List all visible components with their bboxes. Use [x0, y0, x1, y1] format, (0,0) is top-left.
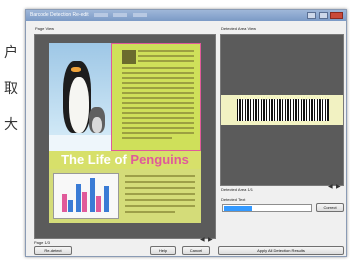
text-line: [122, 77, 194, 79]
text-line: [122, 107, 194, 109]
prev-page-arrow-icon[interactable]: ◀: [200, 236, 205, 243]
magazine-bottom-area: [49, 169, 201, 223]
title-bar: Barcode Detection Re-edit: [26, 10, 346, 21]
side-char-2: 取: [4, 81, 18, 97]
next-page-arrow-icon[interactable]: ▶: [208, 236, 213, 243]
text-line: [125, 193, 195, 195]
chart-bar-shape: [96, 196, 101, 212]
text-line: [125, 199, 195, 201]
detected-text-selection: [224, 206, 252, 211]
minimize-button[interactable]: [307, 12, 317, 19]
penguin-chick-belly: [92, 117, 102, 133]
magazine-photo: [49, 43, 111, 151]
ice-ground: [49, 135, 111, 151]
penguin-beak: [71, 67, 81, 72]
page-counter: Page 1/3: [34, 240, 51, 245]
re-detect-button[interactable]: Re-detect: [34, 246, 72, 255]
text-line: [125, 187, 195, 189]
magazine-text-column: [111, 43, 201, 151]
magazine-title-accent: Penguins: [130, 152, 189, 167]
magazine-title: The Life of Penguins: [49, 151, 201, 169]
text-line: [125, 175, 195, 177]
text-line: [122, 137, 172, 139]
text-line: [122, 117, 194, 119]
penguin-adult-belly: [69, 77, 89, 133]
text-line: [122, 92, 194, 94]
chart-bar-shape: [62, 194, 67, 212]
page-view-label: Page View: [35, 26, 55, 31]
page-view-pane[interactable]: The Life of Penguins: [34, 34, 216, 239]
barcode-image: [237, 99, 329, 121]
dialog-window: Barcode Detection Re-edit Page View The …: [25, 9, 347, 257]
correct-button[interactable]: Correct: [316, 203, 344, 212]
detected-text-label: Detected Text: [221, 197, 246, 202]
chart-bar-shape: [90, 178, 95, 212]
prev-area-arrow-icon[interactable]: ◀: [328, 183, 333, 190]
chart-bar-shape: [104, 186, 109, 212]
title-blur: [132, 12, 147, 17]
text-line: [122, 102, 194, 104]
text-line: [138, 60, 194, 62]
magazine-chart-image: [53, 173, 119, 219]
window-title: Barcode Detection Re-edit: [30, 12, 89, 18]
help-button[interactable]: Help: [150, 246, 176, 255]
maximize-button[interactable]: [318, 12, 328, 19]
apply-all-button[interactable]: Apply All Detection Results: [218, 246, 344, 255]
detected-area-view-label: Detected Area View: [221, 26, 257, 31]
text-line: [125, 181, 195, 183]
drop-cap: [122, 50, 136, 64]
text-line: [122, 112, 194, 114]
side-char-3: 大: [4, 117, 18, 133]
detected-area-counter: Detected Area 1/1: [221, 187, 254, 192]
detected-text-field[interactable]: [222, 204, 312, 212]
text-line: [122, 97, 194, 99]
text-line: [122, 122, 194, 124]
chart-bar-shape: [68, 200, 73, 212]
text-line: [122, 67, 194, 69]
text-line: [138, 50, 194, 52]
barcode-strip: [221, 95, 343, 125]
text-line: [125, 211, 175, 213]
title-blur: [94, 12, 109, 17]
next-area-arrow-icon[interactable]: ▶: [336, 183, 341, 190]
title-blur: [113, 12, 128, 17]
text-line: [125, 205, 195, 207]
window-controls: [306, 12, 343, 24]
chart-bar-shape: [76, 184, 81, 212]
magazine-title-main: The Life of: [61, 152, 127, 167]
detected-area-pane[interactable]: [220, 34, 344, 186]
text-line: [122, 132, 194, 134]
close-button[interactable]: [330, 12, 343, 19]
text-line: [122, 127, 194, 129]
magazine-page-image: The Life of Penguins: [49, 43, 201, 223]
chart-bar-shape: [82, 192, 87, 212]
text-line: [122, 82, 194, 84]
text-line: [138, 55, 194, 57]
side-char-1: 户: [4, 45, 18, 61]
text-line: [122, 72, 194, 74]
cancel-button[interactable]: Cancel: [182, 246, 210, 255]
text-line: [122, 87, 194, 89]
